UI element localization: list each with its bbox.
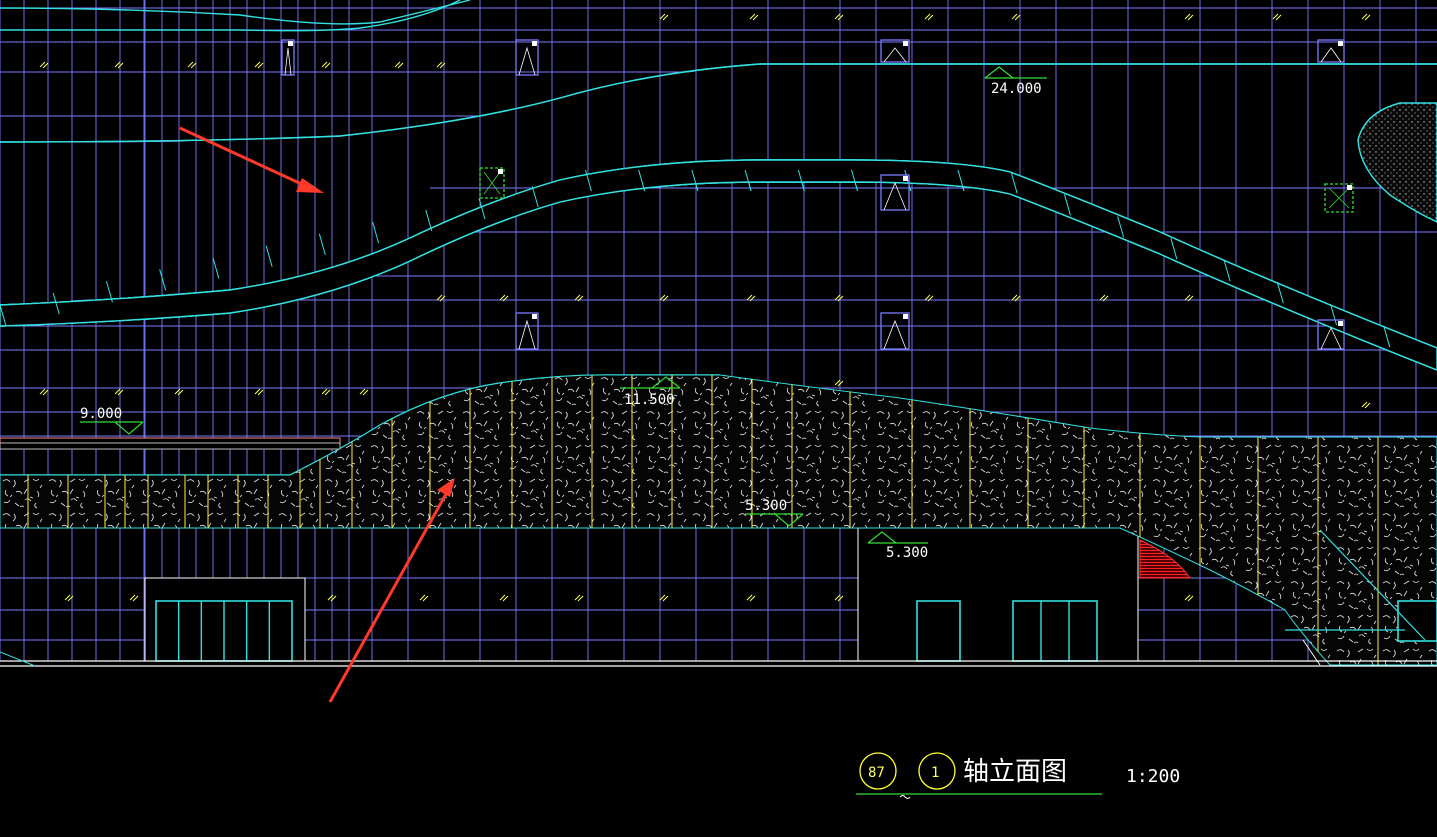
window-tag	[903, 176, 908, 181]
glass-glyph	[749, 13, 759, 21]
glass-glyph	[1184, 13, 1194, 21]
glass-glyph	[499, 594, 509, 602]
glass-glyph	[834, 379, 844, 387]
glass-glyph	[321, 388, 331, 396]
door-frame	[1012, 600, 1098, 662]
glass-glyph	[187, 61, 197, 69]
glass-glyph	[39, 388, 49, 396]
glass-glyph	[924, 13, 934, 21]
drawing-scale: 1:200	[1126, 766, 1180, 787]
window-tag	[903, 41, 908, 46]
window-tag	[903, 314, 908, 319]
glass-glyph	[254, 61, 264, 69]
glass-glyph	[321, 61, 331, 69]
glass-glyph	[254, 388, 264, 396]
glass-glyph	[1011, 13, 1021, 21]
glass-glyph	[834, 13, 844, 21]
window-swing	[883, 47, 907, 63]
door-frame	[1397, 600, 1437, 642]
glass-glyph	[114, 61, 124, 69]
window-swing	[883, 181, 907, 211]
window-tag	[288, 41, 293, 46]
window-tag	[532, 314, 537, 319]
window-swing	[883, 319, 907, 350]
window-tag	[1347, 185, 1352, 190]
glass-glyph	[1272, 13, 1282, 21]
glass-glyph	[746, 594, 756, 602]
drawing-title: 轴立面图	[963, 757, 1067, 787]
glass-glyph	[574, 594, 584, 602]
cad-viewport[interactable]: 24.000 11.500 9.000 5.300 5.300 87 1 轴立面…	[0, 0, 1437, 833]
left-canopy	[0, 437, 341, 450]
glass-glyph	[1184, 594, 1194, 602]
window-swing	[284, 47, 292, 76]
window-tag	[498, 169, 503, 174]
lower-facade	[144, 527, 1139, 662]
elevation-label: 9.000	[80, 406, 122, 422]
glass-glyph	[359, 388, 369, 396]
elevation-marker-9: 9.000	[80, 406, 144, 435]
elevation-drawing: 24.000 11.500 9.000 5.300 5.300 87 1 轴立面…	[0, 0, 1437, 799]
elevation-label: 24.000	[991, 81, 1042, 97]
elevation-label: 5.300	[886, 545, 928, 561]
window-swing	[518, 46, 536, 76]
glass-glyph	[659, 13, 669, 21]
glass-glyph	[39, 61, 49, 69]
glass-glyph	[394, 61, 404, 69]
window-tag	[1338, 321, 1343, 326]
glass-glyph	[1361, 13, 1371, 21]
elevation-label: 11.500	[624, 392, 675, 408]
drawing-title-block: 87 1 轴立面图 1:200	[856, 752, 1180, 799]
glass-glyph	[114, 388, 124, 396]
glass-glyph	[419, 594, 429, 602]
axis-bubble-left-label: 87	[868, 765, 885, 781]
glass-glyph	[129, 594, 139, 602]
glass-glyph	[659, 594, 669, 602]
door-frame	[916, 600, 961, 662]
glass-glyph	[1361, 401, 1371, 409]
window-swing	[518, 319, 536, 350]
window-tag	[532, 41, 537, 46]
axis-bubble-right-label: 1	[931, 765, 939, 781]
window-swing	[1320, 47, 1342, 63]
window-swing	[1320, 327, 1342, 350]
glass-glyph	[834, 594, 844, 602]
window-tag	[1338, 41, 1343, 46]
elevation-label: 5.300	[745, 498, 787, 514]
